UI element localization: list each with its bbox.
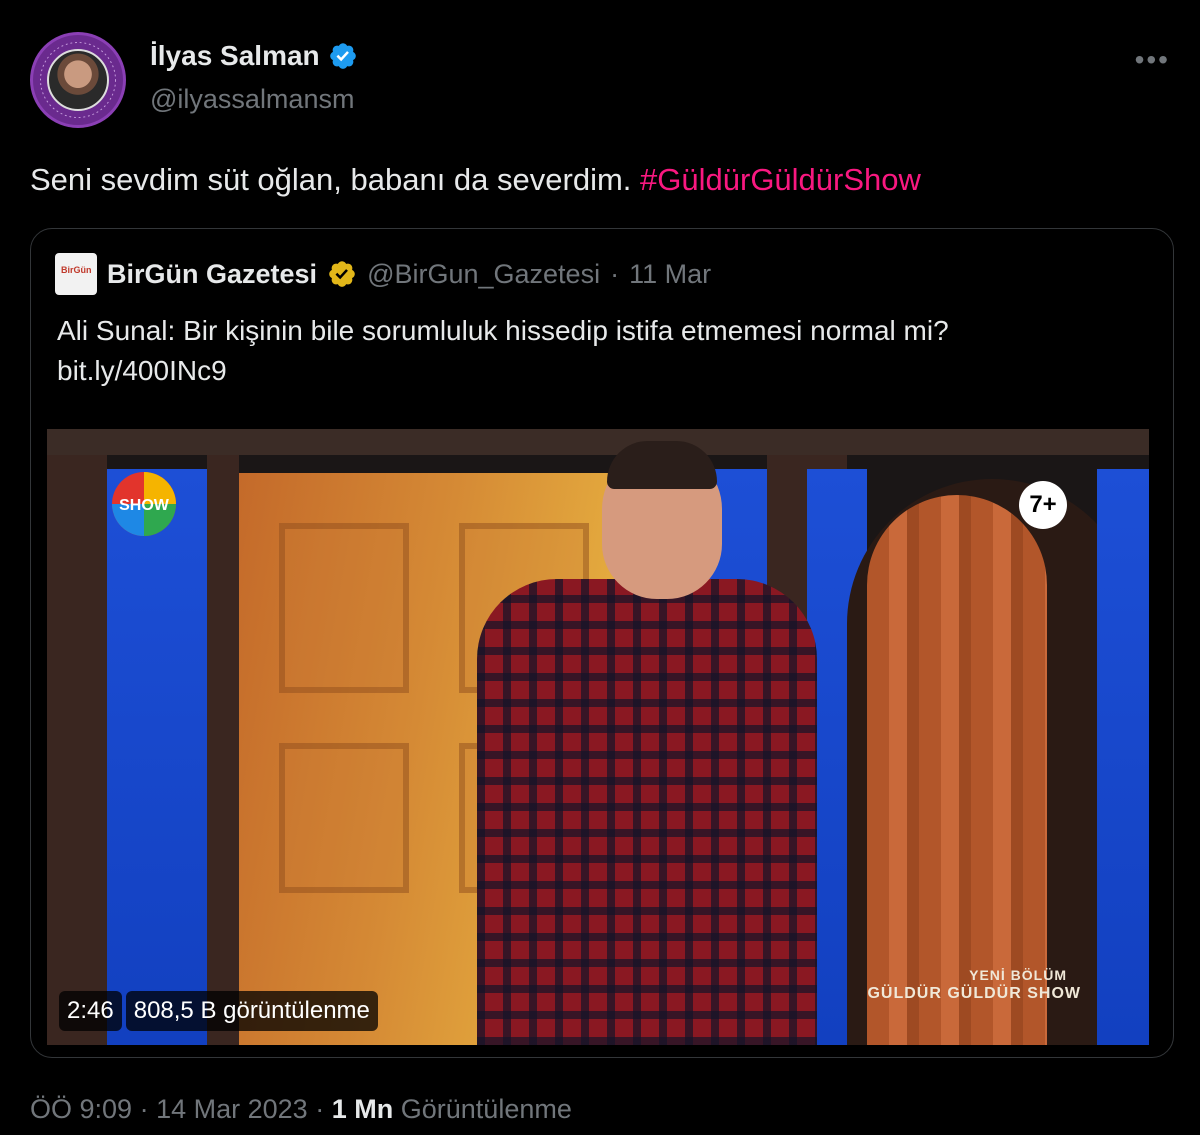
quoted-handle[interactable]: @BirGun_Gazetesi <box>367 259 600 290</box>
video-views: 808,5 B görüntülenme <box>125 991 378 1031</box>
set-beam <box>47 429 1149 455</box>
more-icon[interactable]: ••• <box>1135 44 1170 76</box>
show-logo-text: SHOW <box>119 497 170 514</box>
quoted-tweet[interactable]: BirGün BirGün Gazetesi @BirGun_Gazetesi … <box>30 228 1174 1058</box>
presenter-shirt <box>477 579 817 1045</box>
tweet-meta-footer: ÖÖ 9:09 · 14 Mar 2023 · 1 Mn Görüntülenm… <box>30 1094 572 1125</box>
author-name-row[interactable]: İlyas Salman <box>150 40 358 72</box>
show-tv-logo-icon: SHOW <box>112 472 176 536</box>
hashtag-link[interactable]: #GüldürGüldürShow <box>640 162 921 197</box>
tweet-date[interactable]: 14 Mar 2023 <box>156 1094 308 1124</box>
quoted-avatar[interactable]: BirGün <box>55 253 97 295</box>
author-handle[interactable]: @ilyassalmansm <box>150 84 354 115</box>
tweet-time[interactable]: ÖÖ 9:09 <box>30 1094 132 1124</box>
video-caption-title: GÜLDÜR GÜLDÜR SHOW <box>867 985 1081 1002</box>
quoted-text: Ali Sunal: Bir kişinin bile sorumluluk h… <box>57 311 1147 391</box>
quoted-header: BirGün BirGün Gazetesi @BirGun_Gazetesi … <box>55 253 711 295</box>
video-player[interactable]: SHOW 7+ YENİ BÖLÜM GÜLDÜR GÜLDÜR SHOW 2:… <box>47 429 1149 1045</box>
footer-separator: · <box>315 1094 325 1124</box>
set-post <box>207 455 239 1045</box>
author-display-name[interactable]: İlyas Salman <box>150 40 320 72</box>
set-curtain <box>867 495 1047 1045</box>
video-caption-small: YENİ BÖLÜM <box>969 967 1067 983</box>
views-count: 1 Mn <box>331 1094 394 1124</box>
door-panel <box>279 743 409 893</box>
quoted-display-name[interactable]: BirGün Gazetesi <box>107 259 317 290</box>
tweet-body: Seni sevdim süt oğlan, babanı da severdi… <box>30 162 632 197</box>
door-panel <box>279 523 409 693</box>
video-meta: 2:46 808,5 B görüntülenme <box>59 991 378 1031</box>
footer-separator: · <box>139 1094 149 1124</box>
video-duration: 2:46 <box>59 991 122 1031</box>
views-label: Görüntülenme <box>400 1094 572 1124</box>
tweet-text: Seni sevdim süt oğlan, babanı da severdi… <box>30 162 921 198</box>
set-blue-panel-edge <box>1097 469 1149 1045</box>
quoted-separator: · <box>610 258 620 289</box>
quoted-text-line1: Ali Sunal: Bir kişinin bile sorumluluk h… <box>57 315 949 346</box>
presenter-hair <box>607 441 717 489</box>
quoted-link[interactable]: bit.ly/400INc9 <box>57 351 1147 391</box>
age-rating-badge: 7+ <box>1019 481 1067 529</box>
set-blue-panel-left <box>107 469 207 1045</box>
quoted-avatar-label: BirGün <box>61 265 92 275</box>
avatar-photo <box>47 49 109 111</box>
gold-verified-badge-icon <box>329 261 355 287</box>
verified-badge-icon <box>329 43 356 69</box>
set-post-left <box>47 455 107 1045</box>
author-avatar[interactable] <box>30 32 126 128</box>
quoted-date[interactable]: 11 Mar <box>629 259 711 290</box>
